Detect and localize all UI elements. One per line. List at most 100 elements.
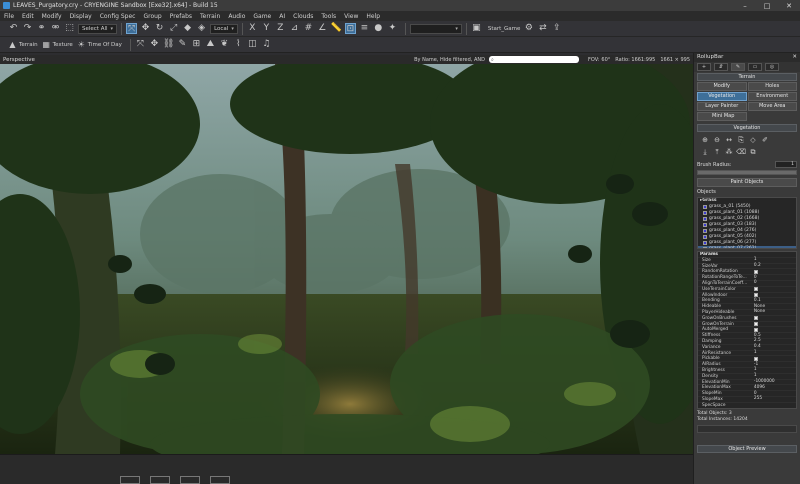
select-icon[interactable]: ◇	[748, 135, 758, 145]
status-box[interactable]	[150, 476, 170, 484]
perspective-viewport[interactable]	[0, 64, 693, 454]
terrain-tool-environment-button[interactable]: Environment	[747, 92, 797, 101]
tab-layers[interactable]: ◎	[765, 63, 779, 71]
visibility-checkbox[interactable]	[703, 241, 707, 245]
select-all-dropdown[interactable]: Select All ▾	[78, 23, 118, 34]
property-value[interactable]: 0	[752, 280, 796, 286]
visibility-checkbox[interactable]	[703, 217, 707, 221]
brush-radius-input[interactable]: 1	[775, 161, 797, 168]
status-box[interactable]	[120, 476, 140, 484]
property-row[interactable]: SpecSpace	[698, 403, 796, 408]
viewport-label[interactable]: Perspective	[3, 57, 35, 63]
property-value[interactable]: 1	[752, 373, 796, 379]
property-value[interactable]: 1	[752, 367, 796, 373]
visibility-checkbox[interactable]	[703, 229, 707, 233]
distribute-icon[interactable]: ⁂	[724, 147, 734, 157]
tab-objects[interactable]: +	[697, 63, 711, 71]
move-object-icon[interactable]: ✥	[149, 39, 160, 50]
minimap-button[interactable]: Mini Map	[697, 112, 747, 121]
menu-item-help[interactable]: Help	[366, 13, 380, 20]
menu-item-config-spec[interactable]: Config Spec	[100, 13, 136, 20]
select-tool-icon[interactable]: ⤧	[126, 23, 138, 34]
menu-item-audio[interactable]: Audio	[228, 13, 245, 20]
close-icon[interactable]: ✕	[792, 53, 797, 62]
link-icon[interactable]: ⚭	[36, 23, 47, 34]
area-icon[interactable]: ◫	[247, 39, 258, 50]
grid-snap-icon[interactable]: #	[303, 23, 314, 34]
property-value[interactable]	[752, 327, 796, 332]
status-box[interactable]	[210, 476, 230, 484]
property-value[interactable]: None	[752, 309, 796, 315]
axis-z-icon[interactable]: Z	[275, 23, 286, 34]
property-checkbox[interactable]	[753, 269, 758, 274]
rotate-tool-icon[interactable]: ↻	[154, 23, 165, 34]
close-icon[interactable]: ✕	[778, 2, 800, 10]
time-of-day-button[interactable]: ☀ Time Of Day	[77, 40, 122, 49]
property-value[interactable]: 255	[752, 396, 796, 402]
start-game-button[interactable]: Start_Game	[485, 24, 524, 34]
tab-modify[interactable]: ⇵	[714, 63, 728, 71]
property-value[interactable]: 0.1	[752, 298, 796, 303]
property-value[interactable]: 1	[752, 257, 796, 263]
maximize-icon[interactable]: □	[756, 2, 778, 10]
ai-physics-icon[interactable]: ⚙	[523, 23, 534, 34]
terrain-section-header[interactable]: Terrain	[697, 73, 797, 81]
property-checkbox[interactable]	[753, 321, 758, 326]
menu-item-tools[interactable]: Tools	[321, 13, 336, 20]
property-value[interactable]	[752, 252, 796, 257]
sync-icon[interactable]: ⇄	[537, 23, 548, 34]
menu-item-modify[interactable]: Modify	[42, 13, 62, 20]
menu-item-game[interactable]: Game	[253, 13, 271, 20]
menu-item-group[interactable]: Group	[143, 13, 161, 20]
menu-item-terrain[interactable]: Terrain	[200, 13, 220, 20]
unlink-icon[interactable]: ⚮	[50, 23, 61, 34]
menu-item-file[interactable]: File	[4, 13, 14, 20]
paint-objects-button[interactable]: Paint Objects	[697, 178, 797, 187]
brush-radius-slider[interactable]	[697, 170, 797, 175]
script-icon[interactable]: ✎	[177, 39, 188, 50]
vegetation-icon[interactable]: ❦	[219, 39, 230, 50]
property-value[interactable]: 4096	[752, 385, 796, 390]
visibility-checkbox[interactable]	[703, 205, 707, 209]
property-value[interactable]: 0.2	[752, 263, 796, 269]
axis-y-icon[interactable]: Y	[261, 23, 272, 34]
property-value[interactable]: 0	[752, 275, 796, 280]
visibility-checkbox[interactable]	[703, 235, 707, 239]
property-value[interactable]: -1000000	[752, 379, 796, 385]
import-icon[interactable]: ⤓	[700, 147, 710, 157]
brush-icon[interactable]: ✐	[760, 135, 770, 145]
link-object-icon[interactable]: ⛓	[163, 39, 174, 50]
vegetation-section-header[interactable]: Vegetation	[697, 124, 797, 132]
particles-icon[interactable]: ✦	[387, 23, 398, 34]
property-checkbox[interactable]	[753, 327, 758, 332]
property-value[interactable]	[752, 292, 796, 298]
start-game-icon[interactable]: ▣	[471, 23, 482, 34]
clear-icon[interactable]: ⌫	[736, 147, 746, 157]
property-value[interactable]	[752, 403, 796, 408]
coord-system-dropdown[interactable]: Local ▾	[210, 23, 238, 34]
property-value[interactable]	[752, 321, 796, 327]
move-tool-icon[interactable]: ✥	[140, 23, 151, 34]
menu-item-clouds[interactable]: Clouds	[293, 13, 313, 20]
axis-xy-icon[interactable]: ⊿	[289, 23, 300, 34]
terrain-tool-holes-button[interactable]: Holes	[747, 82, 797, 91]
vegetation-object-tree[interactable]: ▸ Grass grass_a_01 (5450) grass_plant_01 (…	[697, 197, 797, 249]
flow-graph-icon[interactable]: ⊞	[191, 39, 202, 50]
property-value[interactable]: 1	[752, 350, 796, 356]
texture-button[interactable]: ▦ Texture	[42, 40, 72, 49]
merge-icon[interactable]: ⧉	[748, 147, 758, 157]
terrain-button[interactable]: ▲ Terrain	[8, 40, 37, 49]
object-preview-header[interactable]: Object Preview	[697, 445, 797, 453]
property-checkbox[interactable]	[753, 316, 758, 321]
axis-x-icon[interactable]: X	[247, 23, 258, 34]
property-checkbox[interactable]	[753, 287, 758, 292]
property-value[interactable]	[752, 356, 796, 361]
property-checkbox[interactable]	[753, 292, 758, 297]
tab-terrain[interactable]: ✎	[731, 63, 745, 71]
sound-icon[interactable]: ♫	[261, 39, 272, 50]
property-value[interactable]	[752, 316, 796, 321]
terrain-tool-layer-painter-button[interactable]: Layer Painter	[697, 102, 747, 111]
ruler-icon[interactable]: 📏	[331, 23, 342, 34]
redo-icon[interactable]: ↷	[22, 23, 33, 34]
visibility-checkbox[interactable]	[703, 223, 707, 227]
